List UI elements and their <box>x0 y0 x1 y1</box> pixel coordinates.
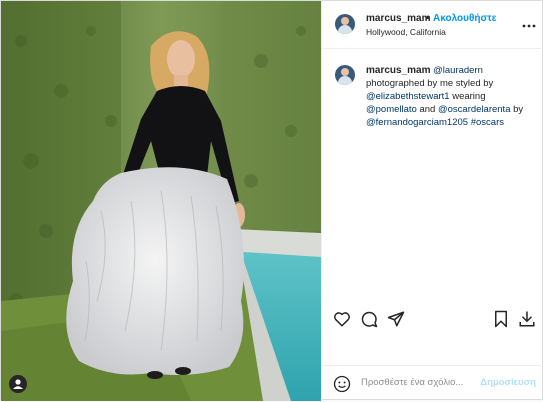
instagram-post: marcus_mam • Ακολουθήστε Hollywood, Cali… <box>0 0 543 401</box>
bookmark-icon[interactable] <box>492 310 510 333</box>
caption-text: and <box>419 104 436 115</box>
header-username[interactable]: marcus_mam <box>366 13 430 24</box>
tagged-user-glyph <box>13 379 23 389</box>
location-link[interactable]: Hollywood, California <box>366 27 446 37</box>
avatar[interactable] <box>335 14 355 34</box>
post-comment-button[interactable]: Δημοσίευση <box>480 377 536 388</box>
emoji-glyph <box>333 375 351 393</box>
caption-avatar[interactable] <box>335 65 355 85</box>
mention-link[interactable]: @lauradern <box>433 65 483 76</box>
caption-text: photographed by me styled by <box>366 78 494 89</box>
mention-link[interactable]: @fernandogarciam1205 <box>366 117 468 128</box>
download-glyph <box>519 311 535 327</box>
caption-text: wearing <box>452 91 486 102</box>
tagged-user-icon[interactable] <box>9 375 27 393</box>
share-icon[interactable] <box>387 310 405 333</box>
bookmark-glyph <box>495 310 507 328</box>
mention-link[interactable]: @pomellato <box>366 104 417 115</box>
comment-glyph <box>361 311 378 328</box>
hashtag-link[interactable]: #oscars <box>471 117 504 128</box>
mention-link[interactable]: @elizabethstewart1 <box>366 91 450 102</box>
comment-icon[interactable] <box>360 310 378 333</box>
header-separator: • <box>426 13 430 23</box>
action-bar <box>322 301 543 337</box>
mention-link[interactable]: @oscardelarenta <box>438 104 511 115</box>
heart-icon[interactable] <box>333 310 351 333</box>
comment-input[interactable]: Προσθέστε ένα σχόλιο... <box>361 377 463 388</box>
caption-text: by <box>513 104 524 115</box>
download-icon[interactable] <box>518 310 536 333</box>
post-sidebar: marcus_mam • Ακολουθήστε Hollywood, Cali… <box>321 1 543 401</box>
post-photo[interactable] <box>1 1 321 401</box>
more-icon[interactable] <box>522 18 536 28</box>
heart-glyph <box>334 312 350 327</box>
share-glyph <box>387 311 405 327</box>
post-caption: marcus_mam @lauradern photographed by me… <box>366 64 538 129</box>
more-glyph <box>522 24 536 28</box>
post-header: marcus_mam • Ακολουθήστε Hollywood, Cali… <box>322 1 543 49</box>
emoji-icon[interactable] <box>333 375 351 398</box>
caption-username[interactable]: marcus_mam <box>366 65 430 76</box>
photo-illustration <box>1 1 321 401</box>
comment-bar: Προσθέστε ένα σχόλιο... Δημοσίευση <box>322 365 543 402</box>
follow-button[interactable]: Ακολουθήστε <box>433 13 497 24</box>
